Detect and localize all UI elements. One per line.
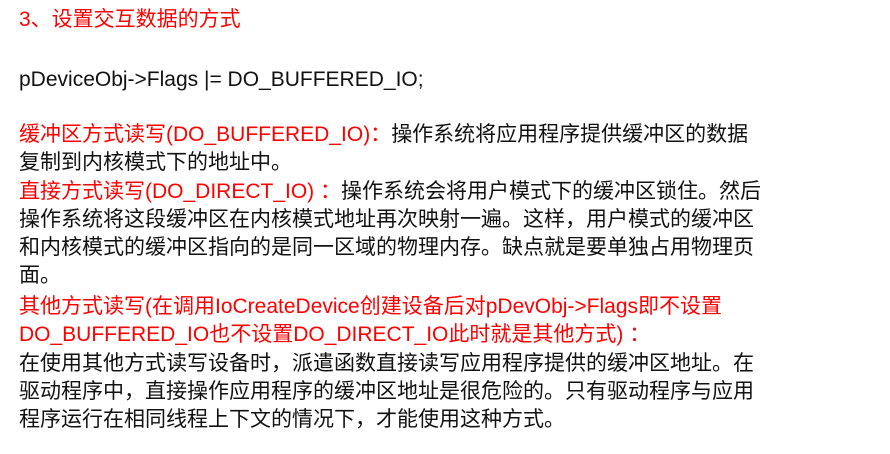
section-title: 3、设置交互数据的方式 [19, 8, 241, 31]
direct-io-line-2: 操作系统将这段缓冲区在内核模式地址再次映射一遍。这样，用户模式的缓冲区 [19, 208, 754, 231]
direct-io-label: 直接方式读写(DO_DIRECT_IO) ： [19, 180, 342, 203]
code-line: pDeviceObj->Flags |= DO_BUFFERED_IO; [19, 68, 424, 91]
direct-io-line-3: 和内核模式的缓冲区指向的是同一区域的物理内存。缺点就是要单独占用物理页 [19, 236, 754, 259]
other-io-line-1: 在使用其他方式读写设备时，派遣函数直接读写应用程序提供的缓冲区地址。在 [19, 352, 754, 375]
direct-io-line-1: 直接方式读写(DO_DIRECT_IO) ：操作系统会将用户模式下的缓冲区锁住。… [19, 178, 761, 206]
buffered-io-text: 操作系统将应用程序提供缓冲区的数据 [391, 123, 749, 146]
buffered-io-label: 缓冲区方式读写(DO_BUFFERED_IO)： [19, 123, 392, 146]
other-io-line-3: 程序运行在相同线程上下文的情况下，才能使用这种方式。 [19, 408, 565, 431]
buffered-io-line-1: 缓冲区方式读写(DO_BUFFERED_IO)：操作系统将应用程序提供缓冲区的数… [19, 121, 748, 149]
direct-io-line-4: 面。 [19, 264, 61, 287]
other-io-label-1: 其他方式读写(在调用IoCreateDevice创建设备后对pDevObj->F… [19, 295, 723, 318]
other-io-line-2: 驱动程序中，直接操作应用程序的缓冲区地址是很危险的。只有驱动程序与应用 [19, 380, 754, 403]
buffered-io-line-2: 复制到内核模式下的地址中。 [19, 151, 292, 174]
direct-io-text: 操作系统会将用户模式下的缓冲区锁住。然后 [341, 180, 762, 203]
other-io-label-2: DO_BUFFERED_IO也不设置DO_DIRECT_IO此时就是其他方式) … [19, 323, 651, 346]
